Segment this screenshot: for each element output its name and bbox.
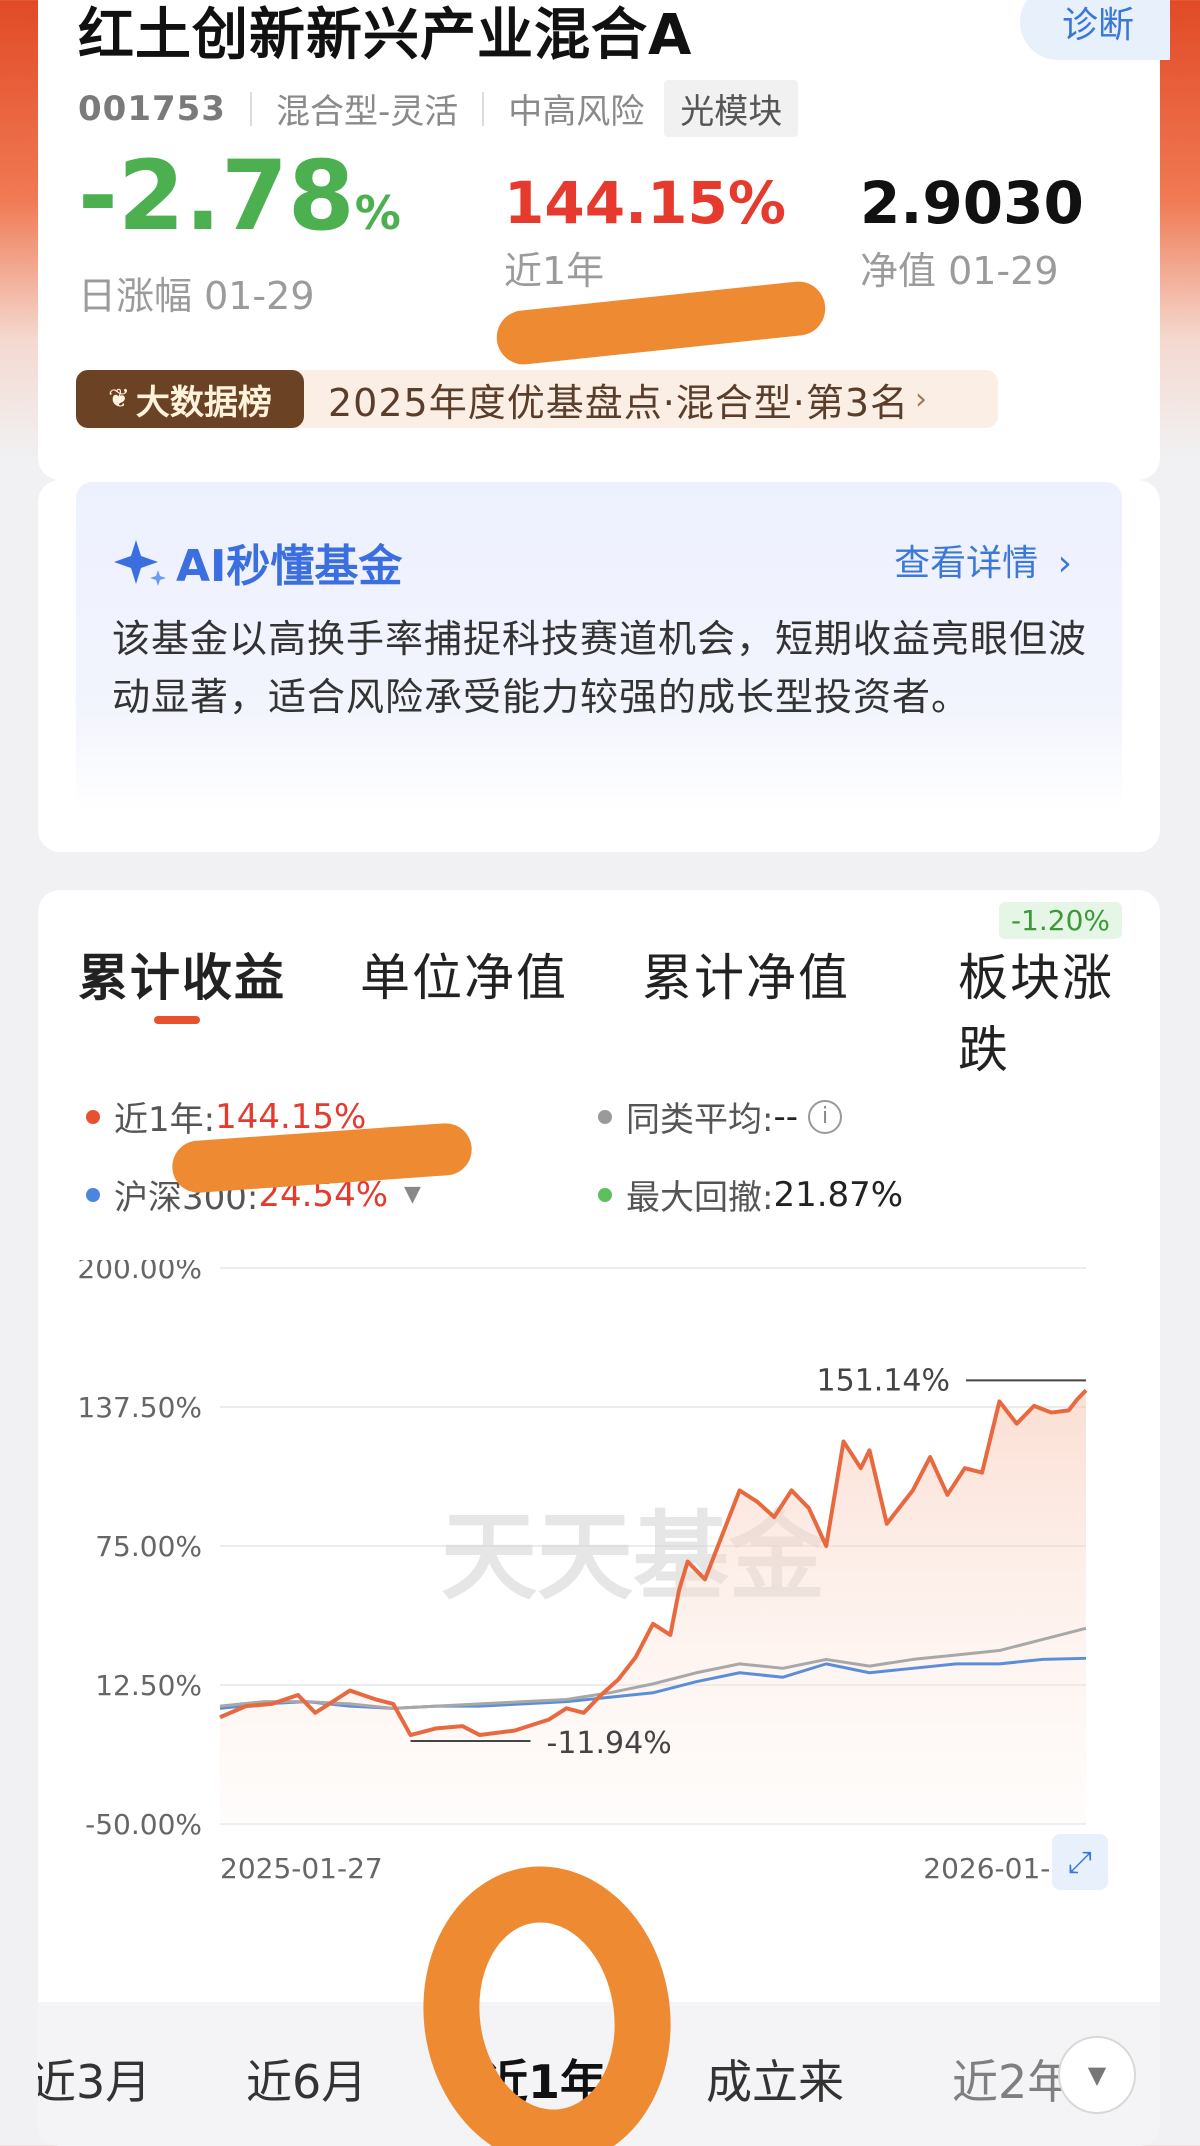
caret-down-icon: ▼ — [1087, 2061, 1107, 2089]
laurel-icon: ❦ — [108, 384, 130, 414]
risk-level: 中高风险 — [508, 92, 645, 132]
day-change-label: 日涨幅 01-29 — [78, 274, 315, 318]
ai-summary-card: AI秒懂基金 查看详情 › 该基金以高换手率捕捉科技赛道机会，短期收益亮眼但波动… — [38, 480, 1160, 852]
ranking-banner[interactable]: ❦ 大数据榜 2025年度优基盘点·混合型·第3名 › — [76, 370, 998, 428]
nav-value: 2.9030 — [860, 169, 1084, 237]
period-since-inception[interactable]: 成立来 — [706, 2046, 844, 2112]
legend-dot — [86, 1109, 100, 1124]
tab-sector-change[interactable]: 板块涨跌 — [958, 938, 1138, 1082]
expand-icon[interactable]: ⤢ — [1052, 1834, 1108, 1890]
caret-down-icon: ▼ — [404, 1182, 421, 1207]
min-annotation: -11.94% — [547, 1726, 672, 1761]
fund-name: 红土创新新兴产业混合A — [78, 3, 693, 68]
legend-dot — [598, 1109, 612, 1124]
legend-drawdown: 最大回撤: 21.87% — [598, 1170, 903, 1219]
info-icon[interactable]: i — [808, 1099, 843, 1134]
ranking-text: 2025年度优基盘点·混合型·第3名 — [328, 380, 910, 425]
legend-dot — [598, 1187, 612, 1202]
ai-summary-panel[interactable]: AI秒懂基金 查看详情 › 该基金以高换手率捕捉科技赛道机会，短期收益亮眼但波动… — [76, 482, 1122, 812]
view-details-link[interactable]: 查看详情 › — [894, 534, 1072, 586]
fund-meta-row: 001753 混合型-灵活 中高风险 光模块 — [78, 80, 799, 137]
divider — [249, 91, 252, 126]
tab-cumulative-return[interactable]: 累计收益 — [78, 938, 286, 1010]
diagnose-button[interactable]: 诊断 — [1020, 0, 1170, 60]
tab-cumulative-nav[interactable]: 累计净值 — [642, 938, 850, 1010]
legend-peer: 同类平均: -- i — [598, 1092, 843, 1141]
nav-label: 净值 01-29 — [860, 249, 1059, 293]
tab-unit-nav[interactable]: 单位净值 — [360, 938, 568, 1010]
year-return-stat: 144.15% 近1年 — [504, 170, 786, 295]
y-tick-label: 137.50% — [77, 1391, 202, 1424]
ranking-badge: ❦ 大数据榜 — [76, 370, 304, 428]
fund-type: 混合型-灵活 — [275, 92, 459, 132]
chevron-right-icon: › — [1057, 543, 1072, 584]
x-tick-label: 2025-01-27 — [220, 1852, 383, 1885]
y-tick-label: -50.00% — [85, 1808, 202, 1841]
return-chart[interactable]: 200.00%137.50%75.00%12.50%-50.00%天天基金151… — [38, 1260, 1160, 1980]
ai-description: 该基金以高换手率捕捉科技赛道机会，短期收益亮眼但波动显著，适合风险承受能力较强的… — [112, 617, 1088, 719]
ai-title: AI秒懂基金 — [112, 530, 402, 594]
fund-header-card: 红土创新新兴产业混合A 诊断 001753 混合型-灵活 中高风险 光模块 -2… — [38, 0, 1170, 480]
fund-code: 001753 — [78, 88, 226, 129]
active-tab-indicator — [154, 1016, 200, 1024]
period-3m[interactable]: 近3月 — [38, 2046, 151, 2112]
chart-tabs: 累计收益 单位净值 累计净值 板块涨跌 — [78, 938, 1138, 1079]
chevron-right-icon: › — [915, 381, 928, 417]
y-tick-label: 12.50% — [95, 1669, 202, 1702]
divider — [482, 91, 485, 126]
nav-stat: 2.9030 净值 01-29 — [860, 170, 1084, 295]
legend-dot — [86, 1187, 100, 1202]
sector-change-badge: -1.20% — [998, 902, 1122, 939]
y-tick-label: 75.00% — [95, 1530, 202, 1563]
max-annotation: 151.14% — [817, 1363, 950, 1398]
more-periods-button[interactable]: ▼ — [1058, 2036, 1136, 2114]
sector-tag[interactable]: 光模块 — [664, 80, 799, 137]
day-change-value: -2.78% — [78, 140, 401, 252]
day-change-stat: -2.78% 日涨幅 01-29 — [78, 148, 401, 320]
year-return-value: 144.15% — [504, 169, 786, 237]
y-tick-label: 200.00% — [77, 1260, 202, 1285]
period-6m[interactable]: 近6月 — [246, 2046, 367, 2112]
period-2y[interactable]: 近2年 — [952, 2046, 1073, 2112]
sparkle-icon — [114, 540, 166, 586]
